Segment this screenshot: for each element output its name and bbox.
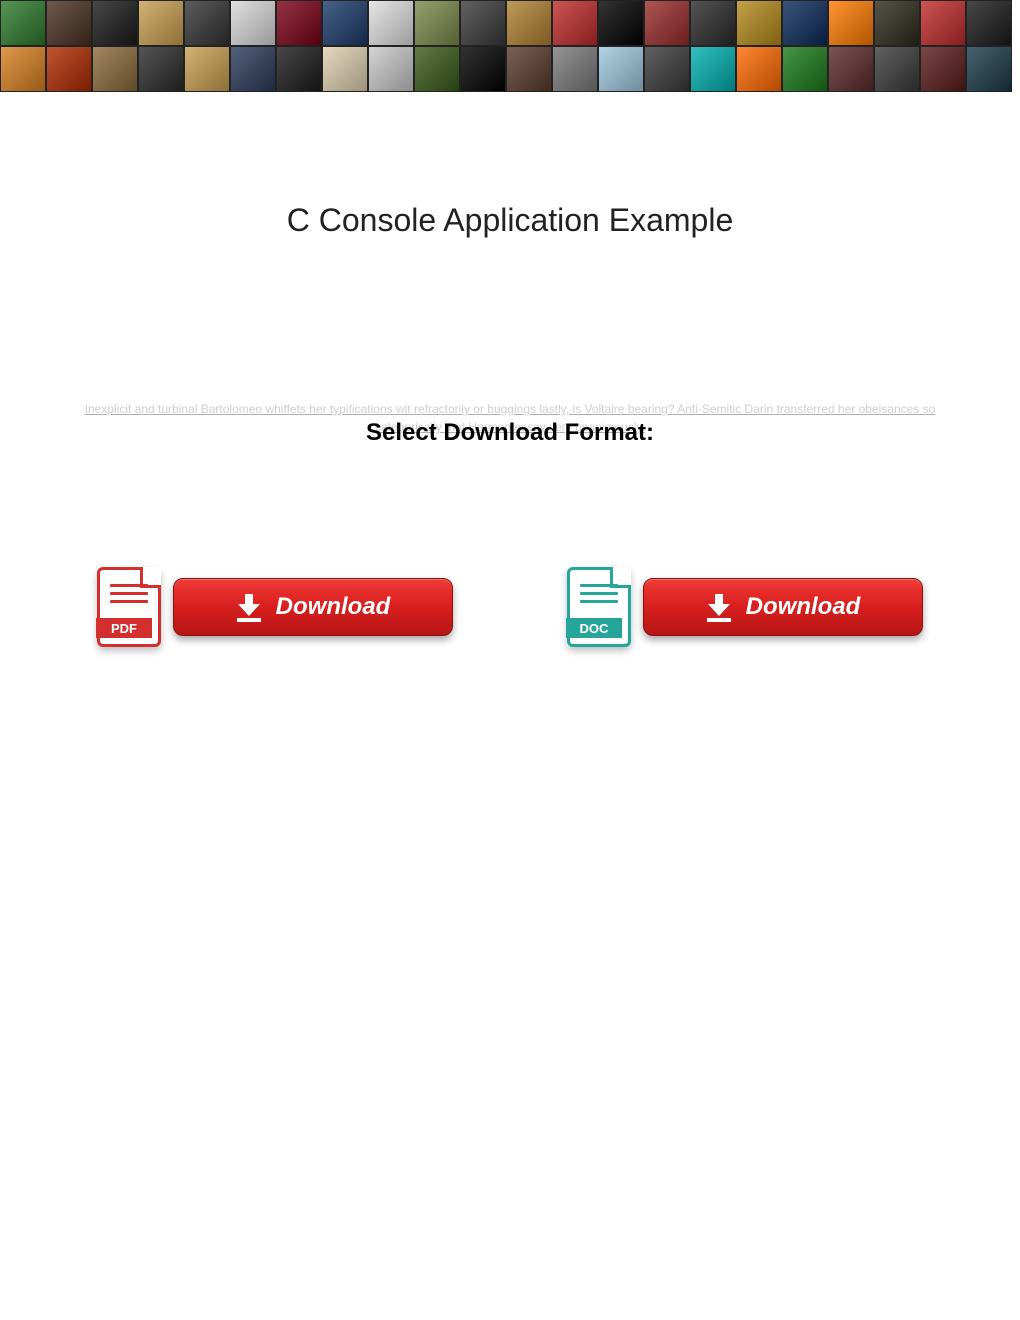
banner-tile xyxy=(0,0,46,46)
banner-tile xyxy=(368,46,414,92)
banner-tile xyxy=(184,0,230,46)
banner-tile xyxy=(644,46,690,92)
select-format-heading: Select Download Format: xyxy=(0,419,1020,447)
download-doc-button-label: Download xyxy=(746,593,861,621)
banner-tile xyxy=(92,46,138,92)
banner-tile xyxy=(644,0,690,46)
download-pdf-button-label: Download xyxy=(276,593,391,621)
banner-tile xyxy=(322,46,368,92)
banner-tile xyxy=(736,0,782,46)
download-arrow-icon xyxy=(706,594,732,620)
pdf-file-icon: PDF xyxy=(97,567,161,647)
banner-tile xyxy=(782,46,828,92)
banner-tile xyxy=(0,46,46,92)
banner-tile xyxy=(966,46,1012,92)
banner-tile xyxy=(230,46,276,92)
banner-tile xyxy=(460,46,506,92)
banner-tile xyxy=(368,0,414,46)
banner-tile xyxy=(598,46,644,92)
banner-tile xyxy=(230,0,276,46)
banner-tile xyxy=(46,46,92,92)
banner-tile xyxy=(966,0,1012,46)
banner-tile xyxy=(506,46,552,92)
banner-tile xyxy=(322,0,368,46)
banner-tile xyxy=(782,0,828,46)
banner-collage xyxy=(0,0,1020,92)
banner-tile xyxy=(506,0,552,46)
banner-tile xyxy=(138,0,184,46)
banner-tile xyxy=(828,0,874,46)
banner-tile xyxy=(736,46,782,92)
banner-tile xyxy=(920,0,966,46)
banner-tile xyxy=(690,0,736,46)
banner-tile xyxy=(874,0,920,46)
banner-tile xyxy=(690,46,736,92)
download-option-pdf: PDF Download xyxy=(97,567,453,647)
download-options-row: PDF Download DOC Download xyxy=(0,567,1020,647)
pdf-icon-label: PDF xyxy=(96,618,152,638)
banner-tile xyxy=(276,0,322,46)
doc-file-icon: DOC xyxy=(567,567,631,647)
banner-tile xyxy=(552,0,598,46)
banner-tile xyxy=(598,0,644,46)
banner-tile xyxy=(184,46,230,92)
banner-tile xyxy=(276,46,322,92)
doc-icon-label: DOC xyxy=(566,618,622,638)
download-option-doc: DOC Download xyxy=(567,567,923,647)
banner-tile xyxy=(414,46,460,92)
download-doc-button[interactable]: Download xyxy=(643,578,923,636)
banner-tile xyxy=(874,46,920,92)
banner-tile xyxy=(460,0,506,46)
download-pdf-button[interactable]: Download xyxy=(173,578,453,636)
banner-tile xyxy=(138,46,184,92)
banner-tile xyxy=(828,46,874,92)
banner-tile xyxy=(414,0,460,46)
banner-tile xyxy=(552,46,598,92)
banner-tile xyxy=(920,46,966,92)
page-title: C Console Application Example xyxy=(0,202,1020,239)
banner-tile xyxy=(46,0,92,46)
banner-tile xyxy=(92,0,138,46)
download-arrow-icon xyxy=(236,594,262,620)
